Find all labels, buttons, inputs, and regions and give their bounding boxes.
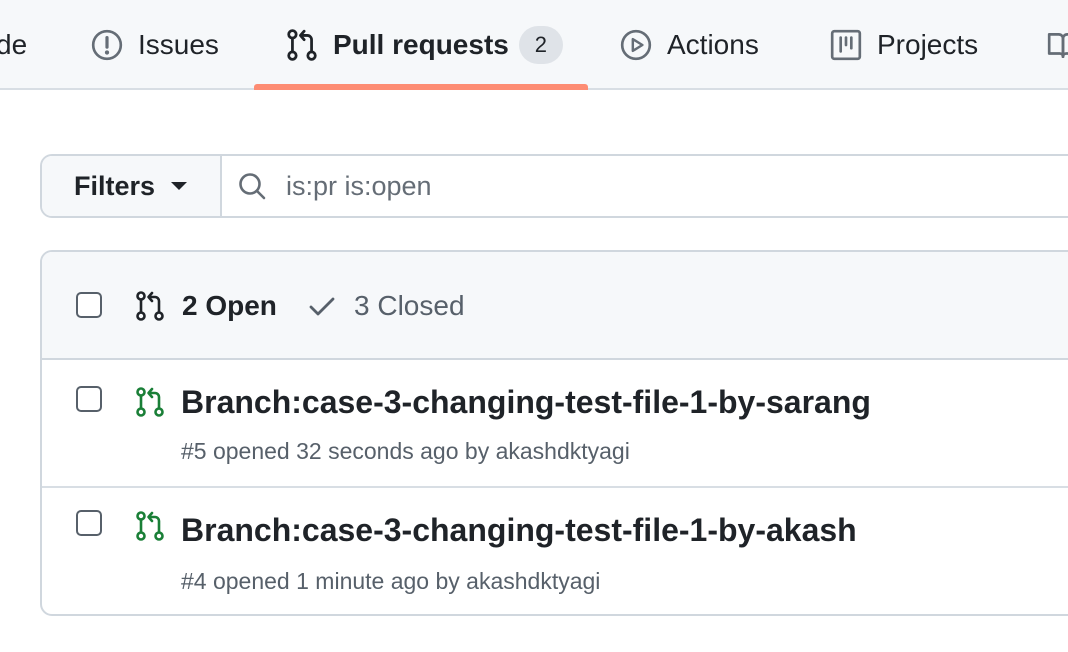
caret-down-icon <box>171 182 188 190</box>
tab-actions-label: Actions <box>667 29 759 60</box>
tab-projects-label: Projects <box>877 29 979 60</box>
repo-nav: de Issues Pull requests 2 Actions Projec… <box>0 0 1068 90</box>
pull-request-meta: #4 opened 1 minute ago by akashdktyagi <box>181 568 601 594</box>
issue-opened-icon <box>90 28 124 62</box>
tab-code[interactable]: de <box>0 0 27 90</box>
git-pull-request-icon <box>285 28 319 62</box>
play-icon <box>619 28 653 62</box>
open-filter-link[interactable]: 2 Open <box>134 290 277 322</box>
row-checkbox[interactable] <box>76 386 102 412</box>
git-pull-request-open-icon <box>136 511 164 541</box>
git-pull-request-open-icon <box>136 387 164 417</box>
list-item: Branch:case-3-changing-test-file-1-by-sa… <box>42 360 1068 488</box>
tab-actions[interactable]: Actions <box>619 0 759 90</box>
pull-request-meta: #5 opened 32 seconds ago by akashdktyagi <box>181 438 630 464</box>
list-header: 2 Open 3 Closed <box>42 252 1068 360</box>
tab-wiki[interactable] <box>1046 0 1068 90</box>
tab-code-label: de <box>0 29 28 60</box>
check-icon <box>309 297 335 316</box>
search-input[interactable]: is:pr is:open <box>222 156 1068 216</box>
filters-button[interactable]: Filters <box>42 156 222 216</box>
tab-pull-requests[interactable]: Pull requests 2 <box>285 0 563 90</box>
selected-tab-underline <box>254 84 588 90</box>
tab-issues[interactable]: Issues <box>90 0 219 90</box>
pull-request-list: 2 Open 3 Closed Branch:case-3-changing-t… <box>40 250 1068 616</box>
tab-projects[interactable]: Projects <box>829 0 978 90</box>
search-input-value: is:pr is:open <box>286 170 432 201</box>
list-item: Branch:case-3-changing-test-file-1-by-ak… <box>42 486 1068 614</box>
pull-request-title-link[interactable]: Branch:case-3-changing-test-file-1-by-ak… <box>181 512 857 549</box>
book-icon <box>1046 28 1068 62</box>
select-all-checkbox[interactable] <box>76 292 102 318</box>
search-icon <box>236 170 268 202</box>
tab-issues-label: Issues <box>138 29 219 60</box>
pull-request-title-link[interactable]: Branch:case-3-changing-test-file-1-by-sa… <box>181 384 871 421</box>
git-pull-request-icon <box>136 291 164 321</box>
tab-pull-requests-label: Pull requests <box>333 29 509 60</box>
filter-bar: Filters is:pr is:open <box>40 154 1068 218</box>
filters-button-label: Filters <box>74 170 156 201</box>
closed-filter-link[interactable]: 3 Closed <box>306 290 465 322</box>
row-checkbox[interactable] <box>76 510 102 536</box>
pull-requests-counter: 2 <box>518 26 563 64</box>
open-count-label: 2 Open <box>182 290 277 321</box>
table-icon <box>829 28 863 62</box>
closed-count-label: 3 Closed <box>354 290 465 321</box>
